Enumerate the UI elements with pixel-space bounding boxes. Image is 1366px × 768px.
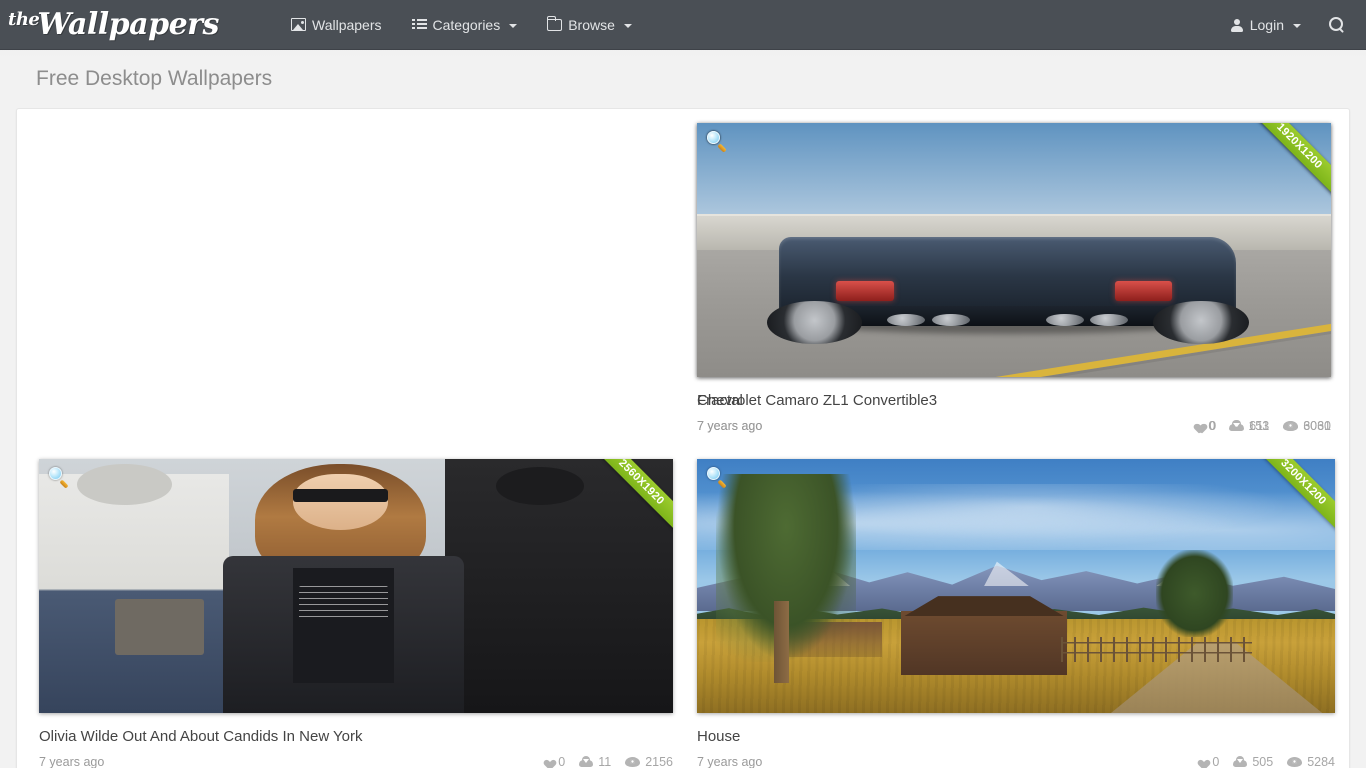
cloud-download-icon [1229, 420, 1244, 431]
wallpaper-grid: 1600X1200 Fractal 7 years ago 0 611 [21, 117, 1345, 768]
views-stat: 5284 [1287, 755, 1335, 768]
likes-stat: 0 [1195, 755, 1219, 768]
likes-stat: 0 [1191, 419, 1215, 433]
wallpaper-title[interactable]: House [697, 727, 1335, 747]
wallpaper-age: 7 years ago [39, 754, 105, 768]
wallpaper-card: 3200X1200 House 7 years ago 0 505 5284 [683, 453, 1345, 768]
chevron-down-icon [509, 23, 518, 28]
wallpaper-thumbnail-link[interactable]: 1920X1200 [697, 123, 1331, 377]
site-logo[interactable]: theWallpapers [8, 3, 223, 47]
downloads-count: 153 [1248, 418, 1270, 433]
nav-item-categories[interactable]: Categories [397, 0, 533, 50]
page-header: Free Desktop Wallpapers [0, 50, 1366, 108]
site-logo-wallpapers: Wallpapers [37, 6, 219, 42]
views-count: 5284 [1307, 754, 1335, 768]
cloud-download-icon [579, 756, 594, 767]
thumbnail-artwork [697, 123, 1331, 377]
magnifier-icon [49, 467, 71, 489]
heart-icon [541, 756, 553, 767]
downloads-stat: 153 [1229, 419, 1269, 433]
likes-stat: 0 [541, 755, 565, 768]
wallpaper-title[interactable]: Chevrolet Camaro ZL1 Convertible3 [697, 391, 1331, 411]
search-icon [1328, 17, 1344, 32]
wallpaper-meta: 7 years ago 0 505 5284 [697, 752, 1335, 768]
wallpaper-meta: 7 years ago 0 153 3031 [697, 416, 1331, 436]
thumbnail-artwork [39, 459, 673, 713]
eye-icon [625, 756, 641, 767]
wallpaper-thumbnail-link[interactable]: 2560X1920 [39, 459, 673, 713]
views-count: 2156 [645, 754, 673, 768]
chevron-down-icon [623, 23, 632, 28]
nav-item-browse[interactable]: Browse [532, 0, 647, 50]
user-icon [1231, 18, 1244, 32]
chevron-down-icon [1293, 23, 1301, 28]
thumbnail-artwork [697, 459, 1335, 713]
site-logo-the: the [8, 8, 40, 30]
downloads-stat: 11 [579, 755, 611, 768]
views-stat: 3031 [1283, 419, 1331, 433]
page-title: Free Desktop Wallpapers [36, 67, 273, 91]
nav-link-wallpapers[interactable]: Wallpapers [276, 0, 397, 50]
wallpaper-stats: 0 505 5284 [1195, 755, 1335, 768]
wallpaper-card: 1920X1200 Chevrolet Camaro ZL1 Convertib… [683, 117, 1345, 453]
downloads-stat: 505 [1233, 755, 1273, 768]
folder-icon [546, 16, 563, 31]
wallpaper-stats: 0 153 3031 [1191, 419, 1331, 433]
heart-icon [1191, 420, 1203, 431]
nav-label-categories: Categories [432, 16, 501, 33]
login-menu[interactable]: Login [1216, 0, 1316, 50]
site-logo-text: theWallpapers [8, 6, 219, 42]
magnifier-icon [707, 467, 729, 489]
nav-link-categories[interactable]: Categories [397, 0, 533, 50]
magnifier-icon [707, 131, 729, 153]
views-count: 3031 [1303, 418, 1331, 433]
views-stat: 2156 [625, 755, 673, 768]
wallpapers-panel: 1600X1200 Fractal 7 years ago 0 611 [16, 108, 1350, 768]
primary-nav: Wallpapers Categories Browse [276, 0, 647, 50]
downloads-count: 11 [598, 754, 612, 768]
wallpaper-meta: 7 years ago 0 11 2156 [39, 752, 673, 768]
likes-count: 0 [558, 754, 566, 768]
eye-icon [1283, 420, 1299, 431]
login-label: Login [1249, 16, 1284, 33]
grid-cell-empty [21, 117, 683, 453]
nav-label-wallpapers: Wallpapers [312, 16, 382, 33]
cloud-download-icon [1233, 756, 1248, 767]
wallpaper-age: 7 years ago [697, 754, 763, 768]
wallpaper-thumbnail: 1920X1200 [697, 123, 1331, 377]
downloads-count: 505 [1252, 754, 1274, 768]
nav-right-group: Login [1216, 0, 1366, 50]
wallpaper-thumbnail-link[interactable]: 3200X1200 [697, 459, 1335, 713]
heart-icon [1195, 756, 1207, 767]
wallpaper-card: 2560X1920 Olivia Wilde Out And About Can… [21, 453, 683, 768]
top-navbar: theWallpapers Wallpapers Categories Brow… [0, 0, 1366, 50]
wallpaper-age: 7 years ago [697, 418, 763, 433]
nav-label-browse: Browse [568, 16, 615, 33]
wallpaper-stats: 0 11 2156 [541, 755, 673, 768]
wallpaper-thumbnail: 2560X1920 [39, 459, 673, 713]
search-button[interactable] [1316, 0, 1356, 50]
list-icon [411, 18, 427, 32]
wallpaper-title[interactable]: Olivia Wilde Out And About Candids In Ne… [39, 727, 673, 747]
picture-icon [291, 18, 306, 31]
eye-icon [1287, 756, 1303, 767]
likes-count: 0 [1212, 754, 1220, 768]
nav-item-wallpapers[interactable]: Wallpapers [276, 0, 397, 50]
wallpaper-thumbnail: 3200X1200 [697, 459, 1335, 713]
nav-link-browse[interactable]: Browse [532, 0, 647, 50]
likes-count: 0 [1208, 418, 1216, 433]
